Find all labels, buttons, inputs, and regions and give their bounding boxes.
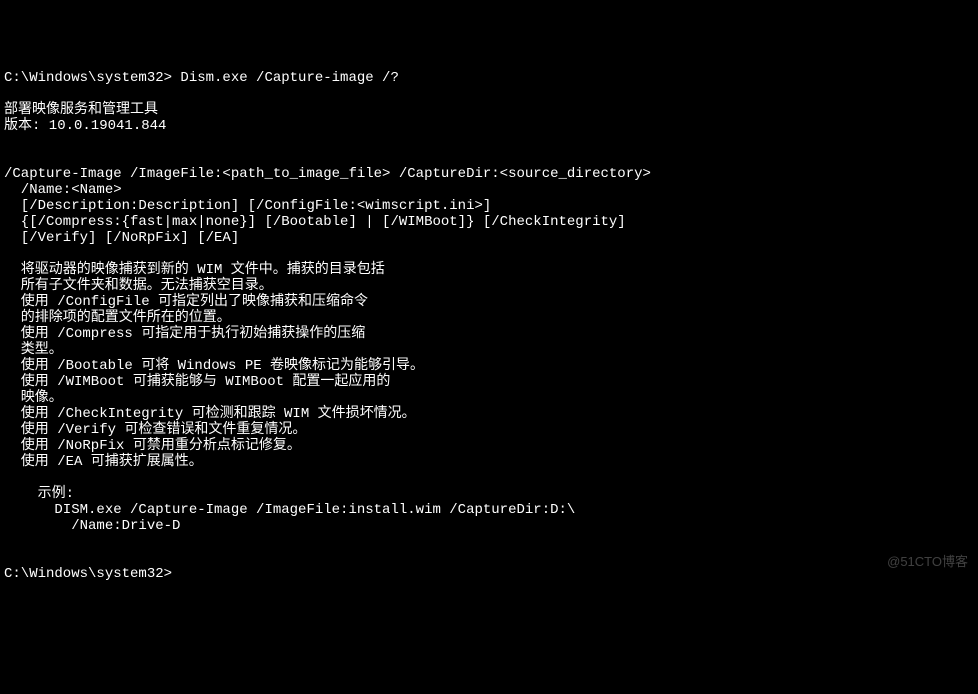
output-line: /Capture-Image /ImageFile:<path_to_image… [4,166,651,182]
output-line: 将驱动器的映像捕获到新的 WIM 文件中。捕获的目录包括 [4,262,385,278]
output-line: 的排除项的配置文件所在的位置。 [4,310,231,326]
output-line: 使用 /EA 可捕获扩展属性。 [4,454,203,470]
output-line: 使用 /CheckIntegrity 可检测和跟踪 WIM 文件损坏情况。 [4,406,416,422]
output-line: 使用 /Compress 可指定用于执行初始捕获操作的压缩 [4,326,365,342]
output-line: 使用 /Bootable 可将 Windows PE 卷映像标记为能够引导。 [4,358,424,374]
output-line: 映像。 [4,390,63,406]
output-line: 类型。 [4,342,63,358]
output-line: /Name:Drive-D [4,518,180,534]
output-line: /Name:<Name> [4,182,122,198]
terminal-output[interactable]: C:\Windows\system32> Dism.exe /Capture-i… [4,70,974,582]
prompt-line-2[interactable]: C:\Windows\system32> [4,566,180,582]
output-line: 使用 /ConfigFile 可指定列出了映像捕获和压缩命令 [4,294,368,310]
output-line: [/Verify] [/NoRpFix] [/EA] [4,230,239,246]
output-line: 示例: [4,486,74,502]
output-line: 所有子文件夹和数据。无法捕获空目录。 [4,278,273,294]
output-line: DISM.exe /Capture-Image /ImageFile:insta… [4,502,575,518]
output-line: 使用 /WIMBoot 可捕获能够与 WIMBoot 配置一起应用的 [4,374,390,390]
output-line: 使用 /NoRpFix 可禁用重分析点标记修复。 [4,438,301,454]
output-line: {[/Compress:{fast|max|none}] [/Bootable]… [4,214,626,230]
watermark-text: @51CTO博客 [887,554,968,570]
output-line: [/Description:Description] [/ConfigFile:… [4,198,491,214]
output-line: 部署映像服务和管理工具 [4,102,158,118]
output-line: 使用 /Verify 可检查错误和文件重复情况。 [4,422,306,438]
output-line: 版本: 10.0.19041.844 [4,118,166,134]
prompt-line-1: C:\Windows\system32> Dism.exe /Capture-i… [4,70,399,86]
